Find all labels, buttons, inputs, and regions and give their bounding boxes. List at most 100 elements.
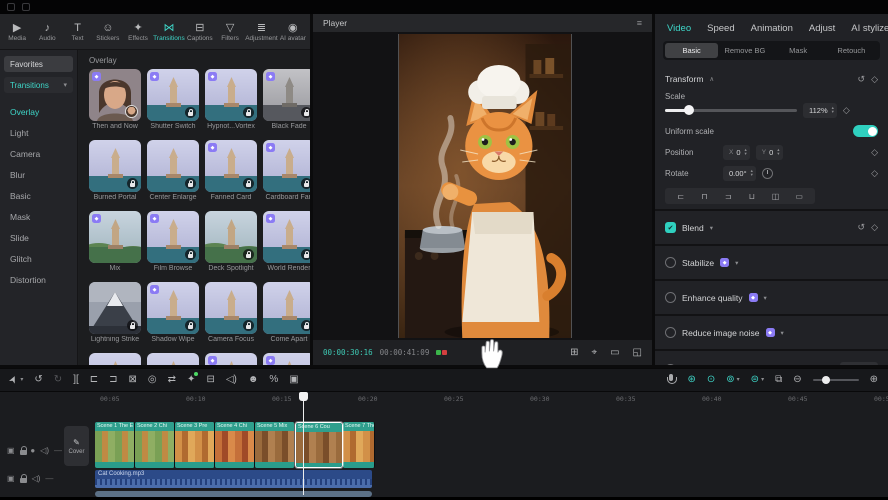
transitions-category-button[interactable]: Transitions ▾ <box>4 77 73 93</box>
playhead-handle[interactable] <box>299 392 308 401</box>
subtab-retouch[interactable]: Retouch <box>825 43 878 58</box>
zoom-out-button[interactable]: ⊖ <box>793 374 801 386</box>
sidebar-item-camera[interactable]: Camera <box>4 143 73 164</box>
trim-left-button[interactable]: ⊏ <box>90 374 98 386</box>
toolbar-item-adjustment[interactable]: ≣Adjustment <box>245 22 278 42</box>
undo-button[interactable]: ↺ <box>34 374 42 386</box>
trim-right-button[interactable]: ⊐ <box>109 374 117 386</box>
collapse-icon[interactable]: ∧ <box>709 75 714 83</box>
transition-swap-button[interactable]: ⇄ <box>168 374 176 386</box>
uniform-scale-toggle[interactable] <box>853 125 878 137</box>
transition-item-shutter-switch[interactable]: ◆Shutter Switch <box>147 69 199 132</box>
checked-checkbox[interactable]: ✔ <box>665 222 676 233</box>
position-x-stepper-icon[interactable]: ▴▾ <box>745 148 747 156</box>
transition-item-then-and-now[interactable]: ◆Then and Now <box>89 69 141 132</box>
timeline[interactable]: 00:0500:1000:1500:2000:2500:3000:3500:40… <box>0 392 888 497</box>
transition-item-black-fade[interactable]: ◆Black Fade <box>263 69 310 132</box>
tab-video[interactable]: Video <box>667 23 691 34</box>
cover-button[interactable]: ✎ Cover <box>64 426 89 466</box>
unchecked-checkbox[interactable] <box>665 327 676 338</box>
audio-clip[interactable]: Cat Cooking.mp3 <box>95 470 372 488</box>
row-optical-flow[interactable]: Optical flow◆▾Reset <box>655 356 888 365</box>
sidebar-item-mask[interactable]: Mask <box>4 206 73 227</box>
sidebar-item-blur[interactable]: Blur <box>4 164 73 185</box>
lock-icon[interactable] <box>20 446 26 455</box>
snap-toggle-button[interactable]: ⊛ <box>687 374 695 386</box>
lock-icon[interactable] <box>20 474 27 483</box>
align-icon-5[interactable]: ◫ <box>766 192 786 201</box>
video-clip-5[interactable]: Scene 5 Mix <box>255 422 295 468</box>
timeline-ruler[interactable]: 00:0500:1000:1500:2000:2500:3000:3500:40… <box>0 392 888 406</box>
keyframe-toggle-button[interactable]: ⊚▾ <box>726 374 739 386</box>
rotate-stepper-icon[interactable]: ▴▾ <box>751 169 753 177</box>
captions-tool-button[interactable]: ⊟ <box>206 374 214 386</box>
preview-axis-button[interactable]: ⧉ <box>775 374 782 386</box>
video-clip-2[interactable]: Scene 2 Chi <box>135 422 175 468</box>
subtab-mask[interactable]: Mask <box>772 43 825 58</box>
subtab-remove-bg[interactable]: Remove BG <box>718 43 771 58</box>
zoom-slider[interactable] <box>813 379 859 381</box>
transition-item-lightning-strike[interactable]: Lightning Strike <box>89 282 141 345</box>
sidebar-item-basic[interactable]: Basic <box>4 185 73 206</box>
zoom-slider-thumb[interactable] <box>822 376 830 384</box>
row-stabilize[interactable]: Stabilize◆▾ <box>655 251 888 274</box>
position-keyframe-icon[interactable]: ◇ <box>871 147 878 158</box>
fullscreen-icon[interactable]: ◱ <box>633 348 642 358</box>
toolbar-item-transitions[interactable]: ⋈Transitions <box>153 22 185 42</box>
transition-item-camera-focus[interactable]: Camera Focus <box>205 282 257 345</box>
video-clip-1[interactable]: Scene 1 The E <box>95 422 135 468</box>
align-icon-3[interactable]: ⊐ <box>718 192 738 201</box>
ratio-icon[interactable]: ▭ <box>610 348 619 358</box>
sidebar-item-light[interactable]: Light <box>4 122 73 143</box>
row-reduce-image-noise[interactable]: Reduce image noise◆▾ <box>655 321 888 344</box>
toolbar-item-audio[interactable]: ♪Audio <box>32 22 62 42</box>
tab-speed[interactable]: Speed <box>707 23 734 34</box>
sidebar-item-overlay[interactable]: Overlay <box>4 101 73 122</box>
transition-item[interactable]: ◆ <box>263 353 310 365</box>
align-icon-4[interactable]: ⊔ <box>742 192 762 201</box>
zoom-in-button[interactable]: ⊕ <box>870 374 878 386</box>
track-toggle-icon[interactable]: ▣ <box>7 474 15 483</box>
transition-item-mix[interactable]: ◆Mix <box>89 211 141 274</box>
row-blend[interactable]: ✔Blend▾↺◇ <box>655 216 888 239</box>
align-icon-2[interactable]: ⊓ <box>695 192 715 201</box>
reset-icon[interactable]: ↺ <box>858 222 866 233</box>
video-clip-4[interactable]: Scene 4 Chi <box>215 422 255 468</box>
toolbar-item-ai-avatar[interactable]: ◉AI avatar <box>278 22 308 42</box>
transition-item-shadow-wipe[interactable]: ◆Shadow Wipe <box>147 282 199 345</box>
keyframe-icon[interactable]: ◇ <box>871 222 878 233</box>
window-icon-1[interactable] <box>7 3 15 11</box>
reset-transform-icon[interactable]: ↺ <box>858 74 866 85</box>
mute-track-icon[interactable]: ◁) <box>40 446 49 455</box>
scale-keyframe-icon[interactable]: ◇ <box>843 105 850 116</box>
toolbar-item-text[interactable]: TText <box>62 22 92 42</box>
player-viewport[interactable] <box>313 32 652 340</box>
unchecked-checkbox[interactable] <box>665 292 676 303</box>
position-x-box[interactable]: X 0 ▴▾ <box>723 145 750 160</box>
toolbar-item-effects[interactable]: ✦Effects <box>123 22 153 42</box>
avatar-tool-button[interactable]: ☻ <box>248 374 259 386</box>
audio-tool-button[interactable]: ◁) <box>226 374 237 386</box>
sidebar-item-distortion[interactable]: Distortion <box>4 269 73 290</box>
transition-item-cardboard-fan[interactable]: ◆Cardboard Fan <box>263 140 310 203</box>
scale-slider[interactable] <box>665 109 797 112</box>
position-y-stepper-icon[interactable]: ▴▾ <box>777 148 779 156</box>
record-voiceover-button[interactable] <box>665 374 676 386</box>
scale-value-box[interactable]: 112% ▴▾ <box>803 103 837 118</box>
rotate-dial-icon[interactable] <box>762 168 773 179</box>
transition-item-fanned-card[interactable]: ◆Fanned Card <box>205 140 257 203</box>
hide-track-icon[interactable]: ● <box>30 446 35 455</box>
tab-adjust[interactable]: Adjust <box>809 23 835 34</box>
track-toggle-icon[interactable]: ▣ <box>7 446 15 455</box>
sidebar-item-slide[interactable]: Slide <box>4 227 73 248</box>
transition-item[interactable]: ◆ <box>205 353 257 365</box>
ripple-toggle-button[interactable]: ⊜▾ <box>751 374 764 386</box>
magic-tools-button[interactable]: ✦ <box>187 374 195 386</box>
position-y-box[interactable]: Y 0 ▴▾ <box>756 145 783 160</box>
playhead[interactable] <box>303 392 304 495</box>
camera-tool-button[interactable]: ▣ <box>289 374 298 386</box>
unchecked-checkbox[interactable] <box>665 257 676 268</box>
player-menu-icon[interactable]: ≡ <box>637 18 642 28</box>
link-toggle-button[interactable]: ⊙ <box>707 374 715 386</box>
select-tool-button[interactable]: ➤▾ <box>10 374 23 386</box>
